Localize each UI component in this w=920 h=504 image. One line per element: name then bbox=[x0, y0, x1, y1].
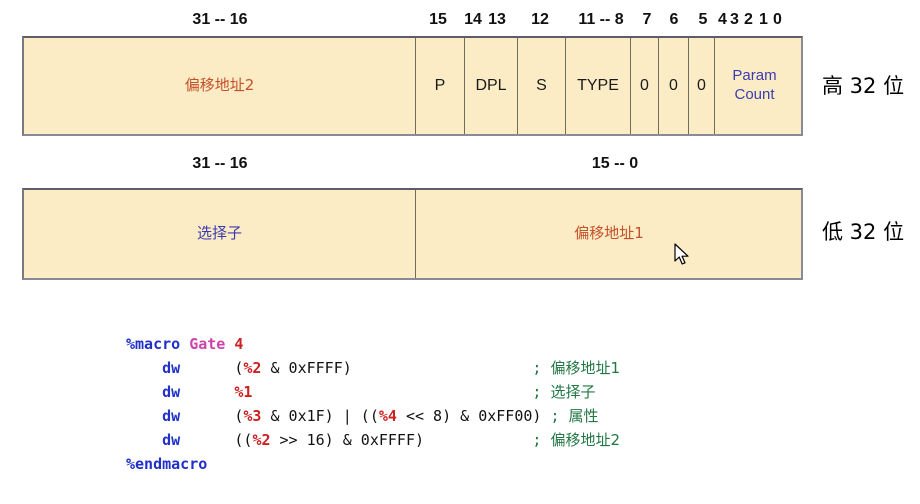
high-word-bit-label: 11 -- 8 bbox=[578, 11, 624, 28]
code-token: 属性 bbox=[568, 407, 599, 425]
code-token: ( bbox=[180, 407, 244, 425]
high-word-field: 0 bbox=[659, 38, 689, 134]
code-token: %1 bbox=[234, 383, 253, 401]
code-token: 偏移地址2 bbox=[550, 431, 621, 449]
code-token: << 8) & 0xFF00) bbox=[396, 407, 551, 425]
code-line: dw (%2 & 0xFFFF) ; 偏移地址1 bbox=[126, 356, 620, 380]
param-count-line-2: Count bbox=[734, 86, 775, 103]
low-word-field: 偏移地址1 bbox=[574, 224, 644, 243]
code-line: dw (%3 & 0x1F) | ((%4 << 8) & 0xFF00) ; … bbox=[126, 404, 620, 428]
code-token: >> 16) & 0xFFFF) bbox=[270, 431, 425, 449]
code-token: 偏移地址1 bbox=[550, 359, 621, 377]
code-token: ; bbox=[532, 359, 551, 377]
high-word-bit-label: 2 bbox=[744, 11, 753, 28]
high-word-bit-labels: 31 -- 16 15 14 13 12 11 -- 876543210 bbox=[0, 8, 920, 32]
code-token: %2 bbox=[252, 431, 271, 449]
high-word-bit-label: 13 bbox=[488, 11, 506, 28]
high-word-bit-label: 31 -- 16 bbox=[192, 11, 248, 28]
code-token: dw bbox=[162, 431, 181, 449]
code-token: ; bbox=[532, 383, 551, 401]
high-word-field: DPL bbox=[465, 38, 518, 134]
code-token: %endmacro bbox=[126, 455, 208, 473]
high-word-bit-label: 3 bbox=[730, 11, 739, 28]
low-word-bit-label: 15 -- 0 bbox=[591, 155, 639, 172]
assembly-code-block: %macro Gate 4 dw (%2 & 0xFFFF) ; 偏移地址1 d… bbox=[126, 332, 620, 476]
high-word-side-label: 高 32 位 bbox=[822, 74, 905, 98]
code-token: %3 bbox=[243, 407, 262, 425]
code-token: %macro bbox=[126, 335, 181, 353]
high-word-bit-label: 12 bbox=[531, 11, 549, 28]
code-token: (( bbox=[180, 431, 253, 449]
high-word-bit-label: 6 bbox=[669, 11, 679, 28]
code-token: Gate bbox=[189, 335, 226, 353]
low-word-bit-labels: 31 -- 16 15 -- 0 bbox=[0, 152, 920, 176]
code-token: ( bbox=[180, 359, 244, 377]
low-word-field: 选择子 bbox=[24, 190, 416, 278]
code-token: 4 bbox=[234, 335, 244, 353]
param-count-line-1: Param bbox=[732, 67, 777, 85]
code-token: ; bbox=[550, 407, 569, 425]
high-word-field: 0 bbox=[631, 38, 659, 134]
high-word-field: 偏移地址2 bbox=[24, 38, 416, 134]
high-word-bit-label: 0 bbox=[773, 11, 782, 28]
code-token: dw bbox=[162, 359, 181, 377]
low-word-register-diagram: 选择子 偏移地址1 bbox=[22, 188, 803, 280]
low-word-side-label: 低 32 位 bbox=[822, 220, 905, 244]
code-token: ; bbox=[532, 431, 551, 449]
code-token: dw bbox=[162, 383, 181, 401]
high-word-bit-label: 14 bbox=[464, 11, 482, 28]
high-word-bit-label: 1 bbox=[759, 11, 768, 28]
low-word-bit-label: 31 -- 16 bbox=[192, 155, 248, 172]
high-word-register-diagram: 偏移地址2 P DPL S TYPE 0 0 0 Param Count bbox=[22, 36, 803, 136]
high-word-field: S bbox=[518, 38, 566, 134]
code-line: %macro Gate 4 bbox=[126, 332, 620, 356]
high-word-bit-label: 7 bbox=[642, 11, 652, 28]
code-token: 选择子 bbox=[550, 383, 596, 401]
code-token: dw bbox=[162, 407, 181, 425]
code-line: %endmacro bbox=[126, 452, 620, 476]
code-token: & 0x1F) | (( bbox=[261, 407, 379, 425]
high-word-bit-label: 15 bbox=[429, 11, 447, 28]
high-word-field: P bbox=[416, 38, 465, 134]
high-word-field: TYPE bbox=[566, 38, 631, 134]
code-token: & 0xFFFF) bbox=[261, 359, 352, 377]
high-word-field: Param Count bbox=[715, 38, 794, 134]
code-token: %2 bbox=[243, 359, 262, 377]
high-word-bit-label: 5 bbox=[698, 11, 708, 28]
code-line: dw %1 ; 选择子 bbox=[126, 380, 620, 404]
code-token: %4 bbox=[378, 407, 397, 425]
high-word-field: 0 bbox=[689, 38, 715, 134]
code-line: dw ((%2 >> 16) & 0xFFFF) ; 偏移地址2 bbox=[126, 428, 620, 452]
